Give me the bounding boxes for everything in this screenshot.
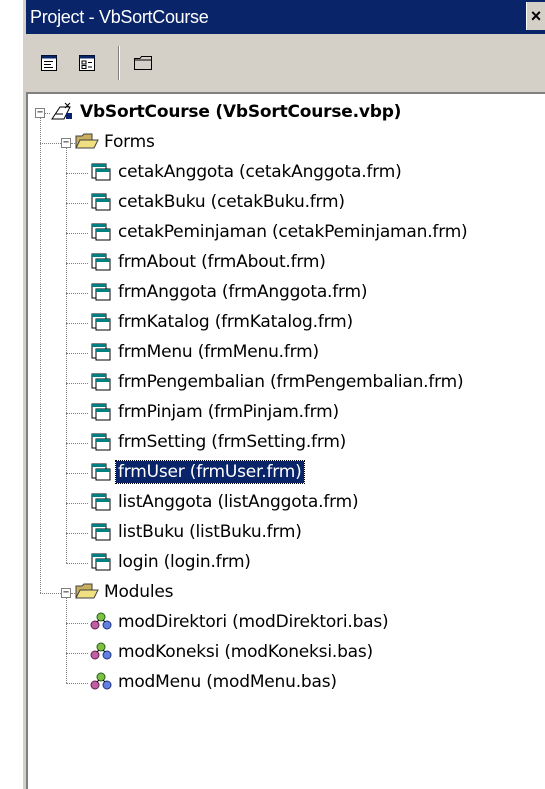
tree-line <box>66 383 88 384</box>
form-icon <box>88 551 114 573</box>
tree-line <box>66 233 88 234</box>
tree-line <box>66 503 88 504</box>
view-object-button[interactable] <box>74 50 100 76</box>
tree-line <box>66 623 88 624</box>
folder-icon <box>134 56 152 70</box>
toolbar <box>26 34 545 92</box>
form-node[interactable]: frmAbout (frmAbout.frm) <box>116 251 328 273</box>
form-node[interactable]: login (login.frm) <box>116 551 253 573</box>
form-icon <box>88 491 114 513</box>
tree-line <box>66 413 88 414</box>
folder-expander[interactable]: − <box>61 138 71 148</box>
view-code-button[interactable] <box>36 50 62 76</box>
form-icon <box>88 191 114 213</box>
module-icon <box>88 641 114 663</box>
form-node[interactable]: frmMenu (frmMenu.frm) <box>116 341 321 363</box>
form-icon <box>88 521 114 543</box>
tree-line <box>66 598 67 683</box>
close-button[interactable]: × <box>526 2 545 30</box>
tree-line <box>66 563 88 564</box>
tree-line <box>66 203 88 204</box>
tree-line <box>40 143 61 144</box>
view-object-icon <box>79 55 95 71</box>
root-expander[interactable]: − <box>35 108 45 118</box>
form-icon <box>88 221 114 243</box>
form-icon <box>88 431 114 453</box>
tree-line <box>40 593 61 594</box>
form-node[interactable]: cetakAnggota (cetakAnggota.frm) <box>116 161 404 183</box>
tree-line <box>66 293 88 294</box>
module-node[interactable]: modKoneksi (modKoneksi.bas) <box>116 641 375 663</box>
tree-line <box>66 353 88 354</box>
folder-open-icon <box>74 581 100 603</box>
project-root-node[interactable]: VbSortCourse (VbSortCourse.vbp) <box>78 101 403 123</box>
form-node[interactable]: frmKatalog (frmKatalog.frm) <box>116 311 355 333</box>
form-node[interactable]: cetakPeminjaman (cetakPeminjaman.frm) <box>116 221 469 243</box>
toggle-folders-button[interactable] <box>130 50 156 76</box>
tree-line <box>66 148 67 563</box>
tree-line <box>40 118 41 593</box>
tree-line <box>66 473 88 474</box>
project-tree[interactable]: − VbSortCourse (VbSortCourse.vbp) − Forms ce… <box>26 92 545 789</box>
folder-node-modules[interactable]: Modules <box>102 581 175 603</box>
tree-line <box>66 533 88 534</box>
module-node[interactable]: modDirektori (modDirektori.bas) <box>116 611 390 633</box>
form-icon <box>88 251 114 273</box>
form-node[interactable]: frmPinjam (frmPinjam.frm) <box>116 401 341 423</box>
tree-line <box>66 173 88 174</box>
form-node[interactable]: cetakBuku (cetakBuku.frm) <box>116 191 347 213</box>
form-icon <box>88 461 114 483</box>
form-node[interactable]: listBuku (listBuku.frm) <box>116 521 304 543</box>
tree-line <box>66 653 88 654</box>
tree-line <box>66 443 88 444</box>
tree-line <box>66 263 88 264</box>
title-bar[interactable]: Project - VbSortCourse × <box>26 0 545 34</box>
window-title: Project - VbSortCourse <box>30 7 209 27</box>
form-node[interactable]: frmSetting (frmSetting.frm) <box>116 431 348 453</box>
form-icon <box>88 401 114 423</box>
form-node[interactable]: frmPengembalian (frmPengembalian.frm) <box>116 371 465 393</box>
folder-open-icon <box>74 131 100 153</box>
module-node[interactable]: modMenu (modMenu.bas) <box>116 671 339 693</box>
toolbar-separator <box>118 46 120 80</box>
form-icon <box>88 311 114 333</box>
left-blank-area <box>0 0 22 789</box>
tree-line <box>66 683 88 684</box>
module-icon <box>88 611 114 633</box>
form-icon <box>88 371 114 393</box>
folder-node-forms[interactable]: Forms <box>102 131 157 153</box>
form-node[interactable]: listAnggota (listAnggota.frm) <box>116 491 360 513</box>
form-icon <box>88 341 114 363</box>
form-icon <box>88 161 114 183</box>
project-icon <box>50 101 76 123</box>
folder-expander[interactable]: − <box>61 588 71 598</box>
tree-line <box>66 323 88 324</box>
form-node[interactable]: frmUser (frmUser.frm) <box>115 460 305 484</box>
module-icon <box>88 671 114 693</box>
view-code-icon <box>41 55 57 71</box>
form-node[interactable]: frmAnggota (frmAnggota.frm) <box>116 281 369 303</box>
form-icon <box>88 281 114 303</box>
